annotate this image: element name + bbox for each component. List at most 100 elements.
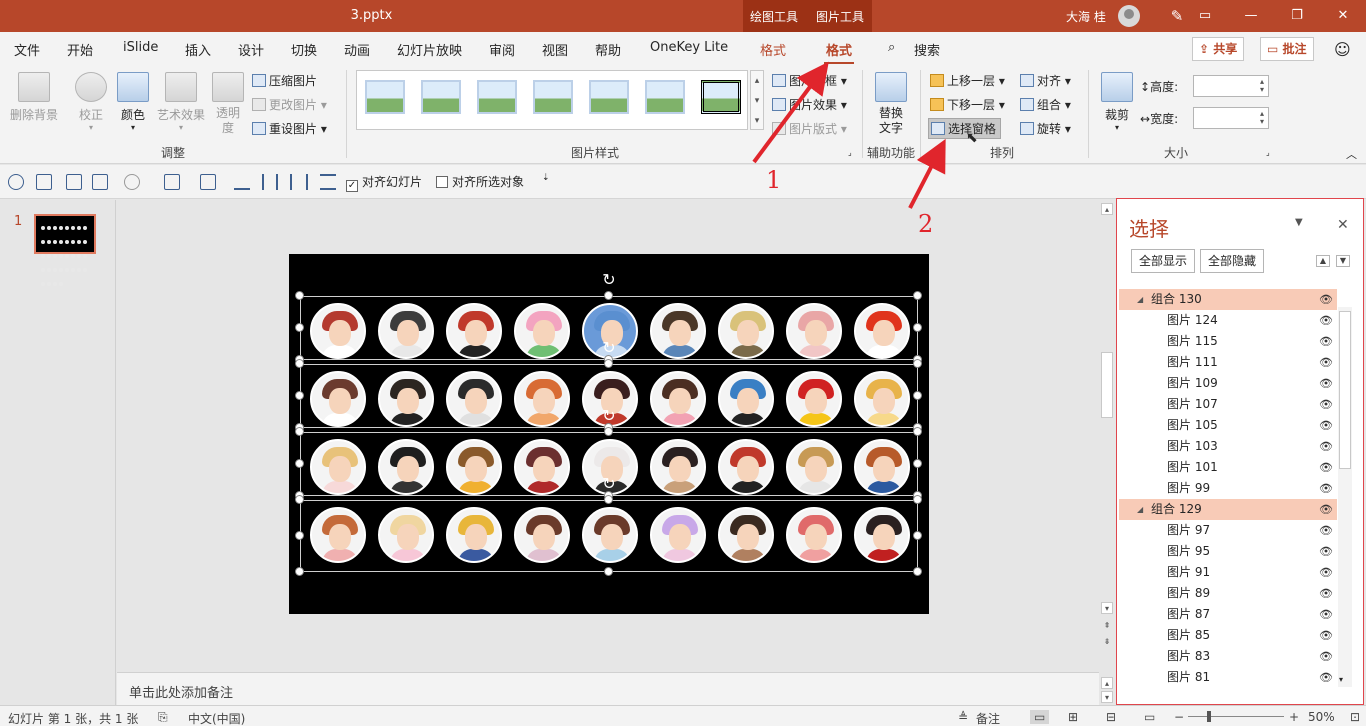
visibility-eye-icon[interactable]: 👁: [1319, 310, 1333, 331]
align-selected-checkbox[interactable]: 对齐所选对象: [436, 173, 524, 190]
notes-area[interactable]: 单击此处添加备注: [117, 672, 1099, 705]
selection-scroll-thumb[interactable]: [1339, 311, 1351, 469]
visibility-eye-icon[interactable]: 👁: [1319, 331, 1333, 352]
tab-slideshow[interactable]: 幻灯片放映: [397, 40, 462, 59]
align-slide-checkbox[interactable]: ✓ 对齐幻灯片: [346, 173, 422, 192]
show-all-button[interactable]: 全部显示: [1131, 249, 1196, 273]
user-name[interactable]: 大海 桂: [1066, 8, 1106, 25]
zoom-out-icon[interactable]: −: [1174, 710, 1184, 724]
height-input[interactable]: [1193, 75, 1269, 97]
slideshow-icon[interactable]: ▭: [1144, 710, 1155, 724]
resize-handle[interactable]: [295, 359, 304, 368]
tab-review[interactable]: 审阅: [489, 40, 515, 59]
shape-icon[interactable]: [92, 174, 108, 190]
visibility-eye-icon[interactable]: 👁: [1319, 436, 1333, 457]
style-thumb[interactable]: [645, 80, 685, 114]
selection-item-row[interactable]: 图片 124 👁: [1119, 310, 1337, 331]
selection-scroll-down-icon[interactable]: ▾: [1339, 675, 1343, 684]
ribbon-display-icon[interactable]: ▭: [1182, 0, 1228, 32]
selection-item-row[interactable]: 图片 111 👁: [1119, 352, 1337, 373]
resize-handle[interactable]: [604, 359, 613, 368]
resize-handle[interactable]: [604, 567, 613, 576]
resize-handle[interactable]: [913, 291, 922, 300]
slide[interactable]: ↻ ↻ ↻ ↻: [289, 254, 929, 614]
search-icon[interactable]: ⌕: [888, 40, 895, 55]
slide-thumbnail[interactable]: [34, 214, 96, 286]
visibility-eye-icon[interactable]: 👁: [1319, 415, 1333, 436]
resize-handle[interactable]: [295, 323, 304, 332]
visibility-eye-icon[interactable]: 👁: [1319, 520, 1333, 541]
merge-shapes-icon[interactable]: [124, 174, 140, 190]
selection-item-row[interactable]: 图片 99 👁: [1119, 478, 1337, 499]
dialog-launcher-icon[interactable]: ⌟: [848, 148, 852, 157]
selection-item-row[interactable]: 图片 85 👁: [1119, 625, 1337, 646]
minimize-button[interactable]: —: [1228, 0, 1274, 32]
share-button[interactable]: ⇪ 共享: [1192, 37, 1245, 61]
outline-icon[interactable]: [200, 174, 216, 190]
fill-icon[interactable]: [164, 174, 180, 190]
textbox-icon[interactable]: [66, 174, 82, 190]
tab-picture-format[interactable]: 格式: [823, 40, 855, 65]
visibility-eye-icon[interactable]: 👁: [1319, 394, 1333, 415]
selection-item-row[interactable]: 图片 91 👁: [1119, 562, 1337, 583]
visibility-eye-icon[interactable]: 👁: [1319, 457, 1333, 478]
resize-handle[interactable]: [913, 427, 922, 436]
resize-handle[interactable]: [913, 391, 922, 400]
fit-to-window-icon[interactable]: ⊡: [1350, 710, 1360, 724]
selection-item-row[interactable]: 图片 105 👁: [1119, 415, 1337, 436]
selection-item-row[interactable]: 图片 115 👁: [1119, 331, 1337, 352]
style-thumb[interactable]: [421, 80, 461, 114]
tab-design[interactable]: 设计: [238, 40, 264, 59]
expand-triangle-icon[interactable]: ◢: [1137, 499, 1143, 520]
align-bottom-icon[interactable]: [320, 174, 336, 190]
notes-scrollbar[interactable]: ▴ ▾: [1099, 674, 1115, 705]
style-thumb[interactable]: [477, 80, 517, 114]
picture-border-button[interactable]: 图片边框 ▾: [772, 72, 847, 89]
prev-slide-icon[interactable]: ⇞: [1101, 620, 1113, 632]
selection-item-row[interactable]: 图片 89 👁: [1119, 583, 1337, 604]
selection-list-scrollbar[interactable]: ▾: [1338, 307, 1352, 687]
collapse-ribbon-icon[interactable]: ︿: [1346, 146, 1357, 162]
tab-islide[interactable]: iSlide: [123, 40, 158, 55]
picture-styles-gallery[interactable]: [356, 70, 748, 130]
resize-handle[interactable]: [604, 495, 613, 504]
send-backward-button[interactable]: 下移一层 ▾: [930, 96, 1005, 113]
move-up-icon[interactable]: ▲: [1316, 255, 1330, 267]
resize-handle[interactable]: [295, 427, 304, 436]
resize-handle[interactable]: [295, 567, 304, 576]
spell-check-icon[interactable]: ⎘: [158, 710, 168, 725]
width-input[interactable]: [1193, 107, 1269, 129]
presentation-icon[interactable]: [36, 174, 52, 190]
resize-handle[interactable]: [913, 323, 922, 332]
selection-group-row[interactable]: ◢ 组合 130 👁: [1119, 289, 1337, 310]
toolbar-more-icon[interactable]: ⇣: [542, 173, 550, 183]
resize-handle[interactable]: [913, 459, 922, 468]
selection-item-row[interactable]: 图片 95 👁: [1119, 541, 1337, 562]
canvas-scrollbar[interactable]: ▴ ▾ ⇞ ⇟: [1099, 200, 1115, 672]
visibility-eye-icon[interactable]: 👁: [1319, 667, 1333, 687]
color-button[interactable]: 颜色 ▾: [114, 72, 152, 132]
close-button[interactable]: ✕: [1320, 0, 1366, 32]
tab-help[interactable]: 帮助: [595, 40, 621, 59]
visibility-eye-icon[interactable]: 👁: [1319, 499, 1333, 520]
notes-toggle[interactable]: 备注: [976, 710, 1000, 726]
rotate-handle-icon[interactable]: ↻: [598, 406, 620, 426]
hide-all-button[interactable]: 全部隐藏: [1200, 249, 1265, 273]
tab-view[interactable]: 视图: [542, 40, 568, 59]
selection-item-row[interactable]: 图片 97 👁: [1119, 520, 1337, 541]
bring-forward-button[interactable]: 上移一层 ▾: [930, 72, 1005, 89]
distribute-icon[interactable]: [290, 174, 308, 190]
resize-handle[interactable]: [295, 291, 304, 300]
visibility-eye-icon[interactable]: 👁: [1319, 583, 1333, 604]
restore-button[interactable]: ❐: [1274, 0, 1320, 32]
selection-pane-button[interactable]: 选择窗格: [928, 118, 1002, 139]
remove-background-button[interactable]: 删除背景: [8, 72, 60, 123]
tab-drawing-format[interactable]: 格式: [760, 40, 786, 59]
reading-view-icon[interactable]: ⊟: [1106, 710, 1116, 724]
user-avatar[interactable]: [1118, 5, 1140, 27]
selection-item-row[interactable]: 图片 109 👁: [1119, 373, 1337, 394]
expand-triangle-icon[interactable]: ◢: [1137, 289, 1143, 310]
resize-handle[interactable]: [604, 427, 613, 436]
zoom-slider[interactable]: [1188, 716, 1284, 717]
rotate-handle-icon[interactable]: ↻: [598, 338, 620, 358]
